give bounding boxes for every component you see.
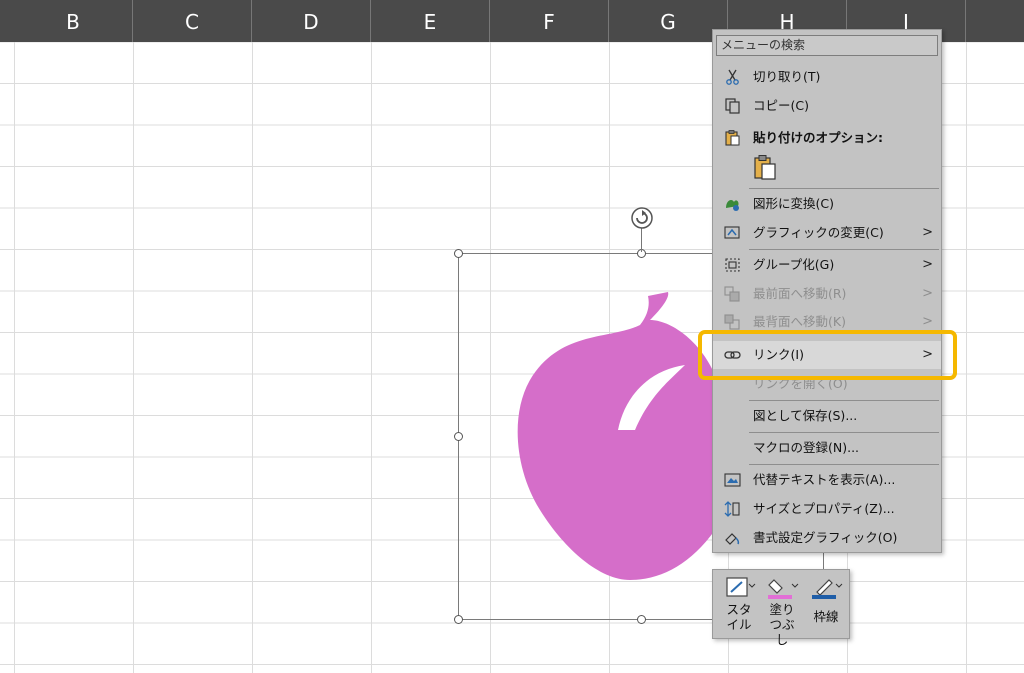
menu-item-label: サイズとプロパティ(Z)...	[753, 501, 895, 516]
highlight-annotation	[698, 330, 957, 380]
fill-button[interactable]: 塗りつぶし	[763, 576, 801, 647]
submenu-arrow-icon: >	[922, 225, 933, 240]
paste-keep-source-icon[interactable]	[753, 155, 777, 181]
group-icon	[724, 257, 741, 273]
menu-item-label: 図として保存(S)...	[753, 408, 858, 423]
menu-item-label: グループ化(G)	[753, 257, 835, 272]
style-label: スタイル	[726, 602, 752, 632]
resize-handle-top-left[interactable]	[454, 249, 463, 258]
context-menu: メニューの検索 切り取り(T) コピー(C) 貼り付けのオプション: 図形に変換…	[712, 29, 942, 553]
outline-label: 枠線	[813, 609, 839, 624]
menu-item-paste-options: 貼り付けのオプション:	[713, 124, 941, 152]
resize-handle-bottom[interactable]	[637, 615, 646, 624]
column-header-c[interactable]: C	[133, 0, 252, 42]
paint-bucket-icon	[768, 579, 799, 599]
alt-text-icon	[724, 472, 741, 488]
menu-separator	[749, 432, 939, 433]
format-graphic-icon	[724, 530, 741, 546]
menu-item-save-as-picture[interactable]: 図として保存(S)...	[713, 402, 941, 430]
menu-item-label: グラフィックの変更(C)	[753, 225, 884, 240]
mini-toolbar: スタイル 塗りつぶし 枠線	[712, 569, 850, 647]
menu-item-copy[interactable]: コピー(C)	[713, 92, 941, 120]
menu-item-label: 書式設定グラフィック(O)	[753, 530, 898, 545]
scissors-icon	[724, 69, 741, 85]
paste-icon	[724, 130, 741, 146]
outline-button[interactable]: 枠線	[807, 576, 845, 636]
menu-item-label: 代替テキストを表示(A)...	[753, 472, 896, 487]
menu-search-input[interactable]: メニューの検索	[716, 35, 938, 56]
menu-item-bring-to-front[interactable]: 最前面へ移動(R) >	[713, 280, 941, 308]
submenu-arrow-icon: >	[922, 257, 933, 272]
change-graphic-icon	[724, 225, 741, 241]
column-header-b[interactable]: B	[14, 0, 133, 42]
menu-item-alt-text[interactable]: 代替テキストを表示(A)...	[713, 466, 941, 494]
column-header-e[interactable]: E	[371, 0, 490, 42]
menu-separator	[749, 464, 939, 465]
column-header-d[interactable]: D	[252, 0, 371, 42]
menu-item-label: コピー(C)	[753, 98, 809, 113]
pen-outline-icon	[812, 579, 843, 599]
submenu-arrow-icon: >	[922, 286, 933, 301]
convert-to-shape-icon	[724, 196, 741, 212]
menu-item-size-properties[interactable]: サイズとプロパティ(Z)...	[713, 495, 941, 523]
column-header-f[interactable]: F	[490, 0, 609, 42]
bring-to-front-icon	[724, 286, 741, 302]
menu-item-change-graphic[interactable]: グラフィックの変更(C) >	[713, 219, 941, 247]
copy-icon	[724, 98, 741, 114]
column-header-g[interactable]: G	[609, 0, 728, 42]
menu-separator	[749, 249, 939, 250]
rotate-handle-icon[interactable]	[629, 205, 655, 231]
menu-item-convert-to-shape[interactable]: 図形に変換(C)	[713, 190, 941, 218]
menu-item-label: 最前面へ移動(R)	[753, 286, 847, 301]
menu-item-group[interactable]: グループ化(G) >	[713, 251, 941, 279]
menu-separator	[749, 188, 939, 189]
menu-item-label: 図形に変換(C)	[753, 196, 834, 211]
style-icon	[726, 577, 756, 597]
style-button[interactable]: スタイル	[721, 576, 757, 636]
rotation-stem	[641, 228, 642, 252]
size-properties-icon	[724, 501, 741, 517]
menu-item-label: マクロの登録(N)...	[753, 440, 860, 455]
menu-item-assign-macro[interactable]: マクロの登録(N)...	[713, 434, 941, 462]
menu-item-format-graphic[interactable]: 書式設定グラフィック(O)	[713, 524, 941, 552]
menu-separator	[749, 400, 939, 401]
fill-label: 塗りつぶし	[769, 602, 795, 647]
resize-handle-bottom-left[interactable]	[454, 615, 463, 624]
menu-item-label: 貼り付けのオプション:	[753, 130, 883, 145]
send-to-back-icon	[724, 314, 741, 330]
resize-handle-left[interactable]	[454, 432, 463, 441]
menu-item-cut[interactable]: 切り取り(T)	[713, 63, 941, 91]
menu-item-label: 切り取り(T)	[753, 69, 821, 84]
